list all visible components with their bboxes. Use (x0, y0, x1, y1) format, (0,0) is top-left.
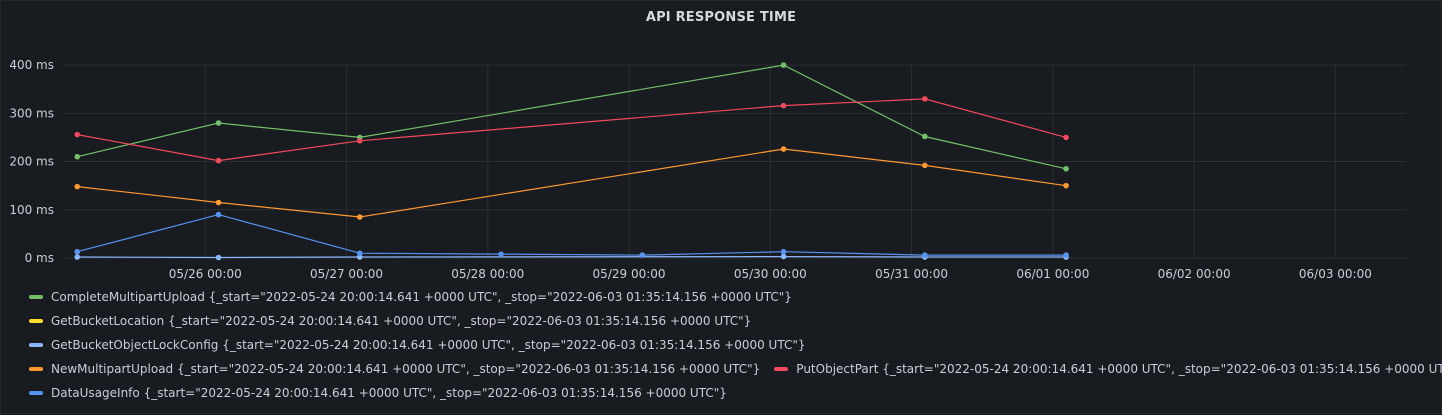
data-point[interactable] (1063, 134, 1069, 141)
x-tick-label: 05/30 00:00 (734, 267, 807, 281)
legend-label: CompleteMultipartUpload {_start="2022-05… (51, 290, 792, 304)
y-tick-label: 0 ms (25, 251, 54, 265)
data-point[interactable] (780, 248, 787, 255)
y-tick-label: 400 ms (9, 58, 54, 72)
data-point[interactable] (215, 120, 222, 126)
legend: CompleteMultipartUpload {_start="2022-05… (29, 285, 1442, 405)
legend-row: NewMultipartUpload {_start="2022-05-24 2… (29, 357, 1442, 381)
data-point[interactable] (215, 211, 222, 218)
data-point[interactable] (74, 131, 81, 138)
legend-swatch (29, 367, 43, 371)
x-tick-label: 05/26 00:00 (169, 267, 242, 281)
data-point[interactable] (780, 102, 787, 109)
x-tick-label: 05/29 00:00 (593, 267, 666, 281)
data-point[interactable] (780, 146, 787, 152)
x-tick-label: 06/02 00:00 (1158, 267, 1231, 281)
x-tick-label: 05/31 00:00 (875, 267, 948, 281)
legend-swatch (774, 367, 789, 371)
data-point[interactable] (215, 254, 222, 261)
data-point[interactable] (1063, 252, 1069, 258)
x-tick-label: 05/28 00:00 (451, 267, 524, 281)
legend-item[interactable]: CompleteMultipartUpload {_start="2022-05… (29, 290, 792, 304)
legend-swatch (29, 319, 43, 323)
data-point[interactable] (74, 183, 81, 190)
data-point[interactable] (639, 252, 646, 258)
x-tick-label: 05/27 00:00 (310, 267, 383, 281)
legend-swatch (29, 343, 43, 347)
y-tick-label: 200 ms (9, 155, 54, 169)
legend-row: GetBucketLocation {_start="2022-05-24 20… (29, 309, 1431, 333)
legend-item[interactable]: PutObjectPart {_start="2022-05-24 20:00:… (774, 362, 1442, 376)
data-point[interactable] (780, 253, 787, 260)
y-axis: 0 ms 100 ms 200 ms 300 ms 400 ms (9, 58, 54, 265)
legend-swatch (29, 295, 43, 299)
data-point[interactable] (356, 138, 363, 144)
legend-swatch (29, 391, 43, 395)
grid-lines (64, 64, 1406, 259)
series-line[interactable] (77, 98, 1067, 162)
data-point[interactable] (922, 133, 928, 140)
data-point[interactable] (356, 250, 363, 256)
y-tick-label: 100 ms (9, 203, 54, 217)
legend-label: GetBucketLocation {_start="2022-05-24 20… (51, 314, 752, 328)
series-line[interactable] (77, 64, 1067, 170)
data-point[interactable] (498, 251, 504, 257)
x-axis: 05/26 00:00 05/27 00:00 05/28 00:00 05/29 0… (169, 267, 1372, 281)
x-tick-label: 06/03 00:00 (1299, 267, 1372, 281)
legend-item[interactable]: DataUsageInfo {_start="2022-05-24 20:00:… (29, 386, 727, 400)
data-point[interactable] (74, 153, 81, 160)
data-point[interactable] (74, 248, 81, 255)
data-point[interactable] (356, 214, 363, 220)
legend-label: DataUsageInfo {_start="2022-05-24 20:00:… (51, 386, 727, 400)
data-point[interactable] (215, 199, 222, 206)
y-tick-label: 300 ms (9, 106, 54, 120)
legend-label: PutObjectPart {_start="2022-05-24 20:00:… (796, 362, 1442, 376)
series-line[interactable] (77, 255, 1067, 259)
x-tick-label: 06/01 00:00 (1016, 267, 1089, 281)
data-point[interactable] (74, 254, 81, 260)
legend-row: CompleteMultipartUpload {_start="2022-05… (29, 285, 1431, 309)
data-point[interactable] (922, 252, 928, 258)
legend-item[interactable]: GetBucketObjectLockConfig {_start="2022-… (29, 338, 806, 352)
data-point[interactable] (1063, 165, 1069, 172)
legend-row: DataUsageInfo {_start="2022-05-24 20:00:… (29, 381, 1431, 405)
data-point[interactable] (1063, 182, 1069, 189)
data-point[interactable] (922, 96, 928, 102)
data-point[interactable] (780, 62, 787, 68)
legend-item[interactable]: NewMultipartUpload {_start="2022-05-24 2… (29, 362, 760, 376)
series-line[interactable] (77, 213, 1067, 256)
data-point[interactable] (215, 157, 222, 164)
legend-row: GetBucketObjectLockConfig {_start="2022-… (29, 333, 1431, 357)
legend-label: NewMultipartUpload {_start="2022-05-24 2… (51, 362, 761, 376)
legend-label: GetBucketObjectLockConfig {_start="2022-… (51, 338, 806, 352)
graph-panel: API RESPONSE TIME 0 ms 100 ms 200 ms 300 ms… (0, 0, 1442, 414)
legend-item[interactable]: GetBucketLocation {_start="2022-05-24 20… (29, 314, 751, 328)
data-point[interactable] (922, 162, 928, 169)
